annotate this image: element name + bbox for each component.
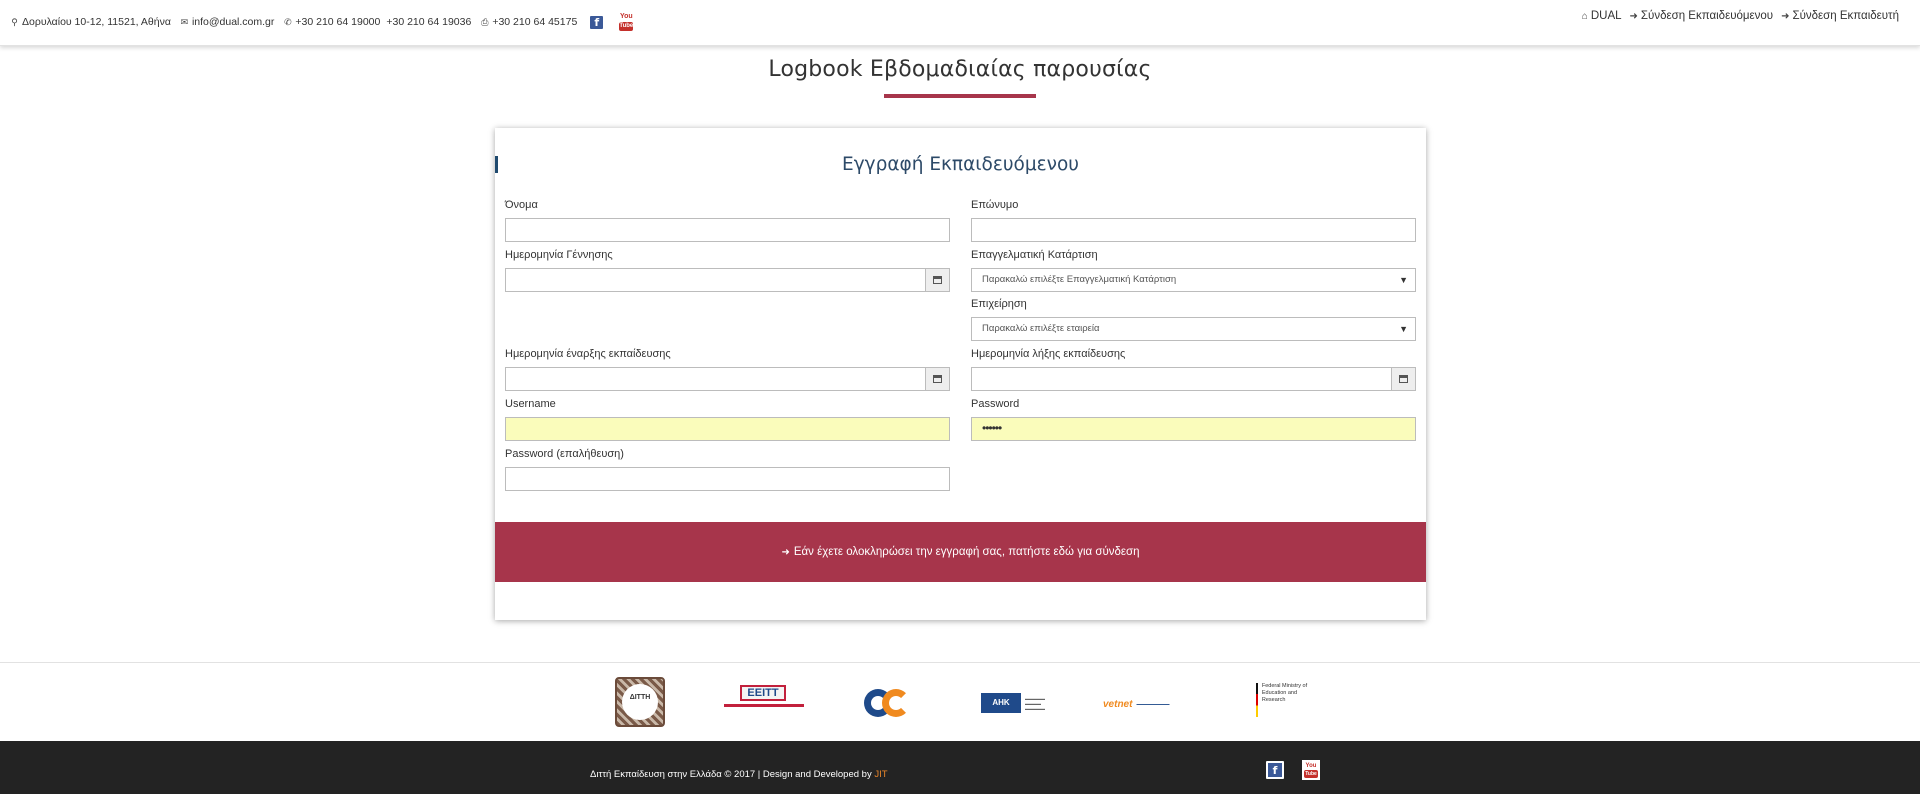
footer-credits: Διττή Εκπαίδευση στην Ελλάδα © 2017 | De… [590, 769, 888, 780]
birth-date-label: Ημερομηνία Γέννησης [505, 249, 613, 261]
home-icon: ⌂ [1581, 10, 1588, 22]
title-underline [884, 94, 1036, 98]
first-name-input[interactable] [505, 218, 950, 242]
page-title: Logbook Εβδομαδιαίας παρουσίας [768, 57, 1152, 82]
password-confirm-input[interactable] [505, 467, 950, 491]
password-confirm-group: Password (επαλήθευση) [505, 447, 950, 491]
nav-trainee-login-label: Σύνδεση Εκπαιδευόμενου [1640, 10, 1774, 22]
nav-trainer-login[interactable]: ➜ Σύνδεση Εκπαιδευτή [1781, 10, 1899, 22]
footer: Διττή Εκπαίδευση στην Ελλάδα © 2017 | De… [0, 741, 1920, 794]
login-link-button[interactable]: ➜ Εάν έχετε ολοκληρώσει την εγγραφή σας,… [495, 522, 1426, 582]
phone1-text: +30 210 64 19000 [295, 16, 381, 28]
youtube-icon[interactable]: You Tube [619, 13, 634, 31]
calendar-icon [1399, 375, 1408, 383]
username-group: Username [505, 397, 950, 441]
footer-developer-link[interactable]: JIT [874, 769, 887, 780]
facebook-icon[interactable]: f [590, 15, 604, 29]
company-label: Επιχείρηση [971, 298, 1027, 310]
map-marker-icon: ⚲ [11, 17, 18, 27]
contact-info: ⚲ Δορυλαίου 10-12, 11521, Αθήνα ✉ info@d… [10, 13, 634, 31]
specialty-label: Επαγγελματική Κατάρτιση [971, 249, 1098, 261]
login-link-text: Εάν έχετε ολοκληρώσει την εγγραφή σας, π… [793, 546, 1140, 558]
specialty-select[interactable]: Παρακαλώ επιλέξτε Επαγγελματική Κατάρτισ… [971, 268, 1416, 292]
phone: ✆ +30 210 64 19000 +30 210 64 19036 [283, 16, 471, 28]
ahk-logo-text: AHK [981, 693, 1021, 713]
end-date-group: Ημερομηνία λήξης εκπαίδευσης [971, 347, 1416, 391]
social-links: f You Tube [590, 13, 634, 31]
nav-home-label: DUAL [1590, 10, 1622, 22]
eeitt-logo-text: ΕΕΙΤΤ [740, 685, 786, 701]
nav-trainer-login-label: Σύνδεση Εκπαιδευτή [1792, 10, 1899, 22]
fax-icon: ⎙ [481, 17, 489, 27]
username-input[interactable] [505, 417, 950, 441]
calendar-icon [933, 375, 942, 383]
start-date-label: Ημερομηνία έναρξης εκπαίδευσης [505, 348, 671, 360]
start-date-calendar-button[interactable] [925, 367, 950, 391]
first-name-group: Όνομα [505, 198, 950, 242]
end-date-label: Ημερομηνία λήξης εκπαίδευσης [971, 348, 1126, 360]
birth-date-calendar-button[interactable] [925, 268, 950, 292]
ce-logo [864, 685, 912, 721]
top-bar: ⚲ Δορυλαίου 10-12, 11521, Αθήνα ✉ info@d… [0, 0, 1920, 46]
specialty-group: Επαγγελματική Κατάρτιση Παρακαλώ επιλέξτ… [971, 248, 1416, 292]
fax: ⎙ +30 210 64 45175 [480, 16, 577, 28]
partner-logos: ΔΙΤΤΗ ΕΕΙΤΤ AHK ▬▬▬▬▬ ▬▬▬▬ ▬▬▬▬▬ vetnet ▬▬… [0, 662, 1920, 740]
address: ⚲ Δορυλαίου 10-12, 11521, Αθήνα [10, 16, 171, 28]
last-name-input[interactable] [971, 218, 1416, 242]
nav-home[interactable]: ⌂ DUAL [1582, 10, 1622, 22]
sign-in-icon: ➜ [1629, 10, 1638, 22]
first-name-label: Όνομα [505, 199, 538, 211]
caret-down-icon: ▼ [1399, 324, 1408, 334]
caret-down-icon: ▼ [1399, 275, 1408, 285]
registration-card: Εγγραφή Εκπαιδευόμενου Όνομα Επώνυμο Ημε… [495, 128, 1426, 620]
top-nav: ⌂ DUAL ➜ Σύνδεση Εκπαιδευόμενου ➜ Σύνδεσ… [1574, 10, 1899, 22]
last-name-label: Επώνυμο [971, 199, 1019, 211]
last-name-group: Επώνυμο [971, 198, 1416, 242]
end-date-calendar-button[interactable] [1391, 367, 1416, 391]
birth-date-group: Ημερομηνία Γέννησης [505, 248, 950, 292]
username-label: Username [505, 398, 556, 410]
start-date-group: Ημερομηνία έναρξης εκπαίδευσης [505, 347, 950, 391]
fax-text: +30 210 64 45175 [492, 16, 578, 28]
company-group: Επιχείρηση Παρακαλώ επιλέξτε εταιρεία ▼ [971, 297, 1416, 341]
calendar-icon [933, 276, 942, 284]
sign-in-icon: ➜ [1781, 10, 1790, 22]
bmbf-logo-text: Federal Ministry of Education and Resear… [1261, 683, 1308, 703]
end-date-input[interactable] [971, 367, 1416, 391]
footer-copyright: Διττή Εκπαίδευση στην Ελλάδα © 2017 | De… [590, 769, 875, 780]
vetnet-logo: vetnet ▬▬▬▬▬▬▬▬▬▬▬ [1103, 698, 1170, 710]
phone2-text: +30 210 64 19036 [386, 16, 472, 28]
start-date-input[interactable] [505, 367, 950, 391]
address-text: Δορυλαίου 10-12, 11521, Αθήνα [22, 16, 171, 28]
email[interactable]: ✉ info@dual.com.gr [180, 16, 275, 28]
company-select[interactable]: Παρακαλώ επιλέξτε εταιρεία [971, 317, 1416, 341]
card-title: Εγγραφή Εκπαιδευόμενου [842, 154, 1079, 175]
youtube-icon[interactable]: You Tube [1302, 760, 1320, 780]
password-confirm-label: Password (επαλήθευση) [505, 448, 624, 460]
birth-date-input[interactable] [505, 268, 950, 292]
password-group: Password •••••• [971, 397, 1416, 441]
bmbf-logo: Federal Ministry of Education and Resear… [1246, 677, 1312, 729]
password-input[interactable]: •••••• [971, 417, 1416, 441]
envelope-icon: ✉ [180, 17, 189, 27]
password-label: Password [971, 398, 1020, 410]
eeitt-logo: ΕΕΙΤΤ [724, 685, 804, 713]
email-text: info@dual.com.gr [191, 16, 275, 28]
ditth-logo: ΔΙΤΤΗ [615, 677, 665, 727]
vetnet-logo-text: vetnet [1103, 698, 1133, 710]
sign-in-icon: ➜ [781, 546, 790, 558]
ditth-logo-text: ΔΙΤΤΗ [622, 684, 658, 720]
ahk-logo: AHK ▬▬▬▬▬ ▬▬▬▬ ▬▬▬▬▬ [981, 693, 1081, 713]
facebook-icon[interactable]: f [1266, 761, 1284, 779]
phone-icon: ✆ [284, 17, 292, 27]
nav-trainee-login[interactable]: ➜ Σύνδεση Εκπαιδευόμενου [1630, 10, 1774, 22]
